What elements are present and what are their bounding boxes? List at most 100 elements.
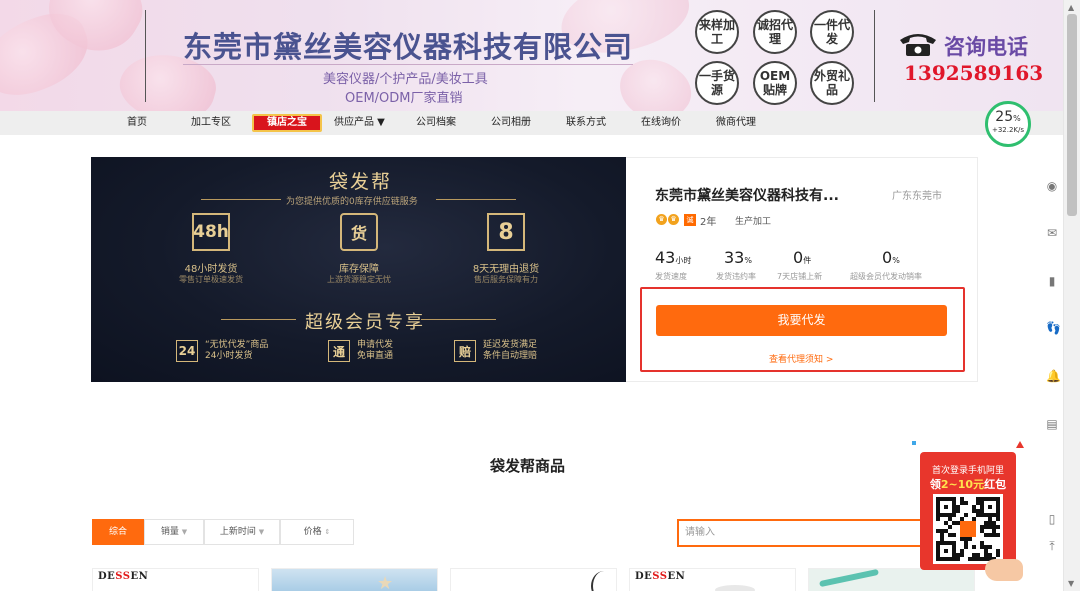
service-badge: 诚招代理 [753, 10, 797, 54]
banner-divider [145, 10, 146, 102]
gold-divider [436, 199, 516, 200]
mobile-icon[interactable]: ▯ [1046, 513, 1058, 525]
scroll-down-icon[interactable]: ▼ [1068, 579, 1074, 588]
phone-number[interactable]: 1392589163 [904, 61, 1043, 85]
service-badge: 一件代发 [810, 10, 854, 54]
mobile-coupon-ad[interactable]: 首次登录手机阿里 领2~10元红包 [920, 452, 1016, 570]
service-badge: 外贸礼品 [810, 61, 854, 105]
direct-pass-icon: 通 [328, 340, 350, 362]
user-icon[interactable]: ◉ [1046, 180, 1058, 192]
member-item-line: 免审直通 [357, 351, 394, 361]
hours-48-icon: 48h [192, 213, 230, 251]
scroll-up-icon[interactable]: ▲ [1068, 3, 1074, 12]
hours-24-icon: 24 [176, 340, 198, 362]
stat-unit: % [892, 256, 900, 265]
nav-item-home[interactable]: 首页 [127, 111, 147, 135]
dropship-button[interactable]: 我要代发 [656, 305, 947, 336]
product-image [819, 569, 879, 588]
stat-label: 7天店铺上新 [777, 272, 823, 281]
ad-highlight: 2~10元 [940, 478, 985, 491]
ad-line: 首次登录手机阿里 [931, 466, 1004, 476]
stat-value: 0% [882, 248, 900, 267]
sort-arrows-icon: ⇕ [324, 528, 331, 536]
sort-comprehensive[interactable]: 综合 [92, 519, 144, 545]
member-item-line: 条件自动理赔 [483, 351, 538, 361]
crown-icon: ♛ [668, 214, 679, 225]
gold-divider [201, 199, 281, 200]
product-card[interactable]: DESSEN [629, 568, 796, 591]
brand-part: EN [130, 571, 149, 582]
stat-label: 发货速度 [655, 272, 687, 281]
nav-item-agent[interactable]: 微商代理 [716, 111, 756, 135]
stat-unit: % [744, 256, 752, 265]
product-card[interactable]: DESSEN [92, 568, 259, 591]
gold-divider [221, 319, 296, 320]
tenure-icon: 诚 [684, 214, 696, 226]
right-toolbar: ◉ ✉ ▮ 👣 🔔 ▤ ▯ ⤒ [1039, 0, 1063, 591]
brand-logo: DESSEN [635, 571, 685, 582]
promo-subtitle: 为您提供优质的0库存供应链服务 [286, 197, 418, 207]
member-item-text: 申请代发 免审直通 [357, 340, 393, 362]
ad-text: 红包 [984, 478, 1007, 491]
scrollbar-thumb[interactable] [1067, 14, 1077, 216]
product-image [715, 585, 755, 591]
section-title: 袋发帮商品 [490, 457, 566, 475]
product-image [591, 571, 616, 591]
shop-years: 2年 [700, 217, 717, 228]
stat-number: 43 [655, 248, 676, 267]
vertical-scrollbar[interactable]: ▲ ▼ [1063, 0, 1080, 591]
product-card[interactable] [450, 568, 617, 591]
service-badge: OEM贴牌 [753, 61, 797, 105]
nav-item-inquiry[interactable]: 在线询价 [641, 111, 681, 135]
footprint-icon[interactable]: 👣 [1046, 322, 1061, 334]
stat-value: 43小时 [655, 248, 691, 267]
caret-down-icon: ▼ [258, 528, 265, 536]
sort-label: 上新时间 [219, 527, 256, 537]
sort-newest[interactable]: 上新时间 ▼ [204, 519, 280, 545]
document-icon[interactable]: ▤ [1046, 418, 1058, 430]
feature-title: 8天无理由退货 [472, 264, 540, 275]
member-item-line: 24小时发货 [205, 351, 253, 361]
gold-divider [421, 319, 496, 320]
stock-shield-icon: 货 [340, 213, 378, 251]
member-item-line: 延迟发货满足 [483, 340, 538, 350]
nav-item-contact[interactable]: 联系方式 [566, 111, 606, 135]
stat-number: 0 [793, 248, 804, 267]
stat-label: 发货违约率 [716, 272, 756, 281]
brand-part: SS [652, 571, 668, 582]
back-to-top-icon[interactable]: ⤒ [1046, 540, 1058, 552]
promo-banner[interactable]: 袋发帮 为您提供优质的0库存供应链服务 48h 48小时发货 零售订单极速发货 … [91, 157, 626, 382]
product-card[interactable] [808, 568, 975, 591]
brand-part: SS [115, 571, 131, 582]
member-title: 超级会员专享 [305, 312, 425, 333]
network-speed-widget[interactable]: 25% +32.2K/s [985, 101, 1031, 147]
nav-item-album[interactable]: 公司相册 [491, 111, 531, 135]
nav-item-profile[interactable]: 公司档案 [416, 111, 456, 135]
stat-value: 33% [724, 248, 752, 267]
promo-title: 袋发帮 [329, 171, 393, 193]
feature-desc: 零售订单极速发货 [179, 275, 243, 284]
nav-item-processing[interactable]: 加工专区 [191, 111, 231, 135]
banner-divider [874, 10, 875, 102]
product-search-input[interactable]: 请输入 [677, 519, 927, 547]
stat-value: 0件 [793, 248, 811, 267]
sort-sales[interactable]: 销量 ▼ [144, 519, 204, 545]
shop-name-link[interactable]: 东莞市黛丝美容仪器科技有... [655, 185, 839, 205]
agent-notice-link[interactable]: 查看代理须知 > [769, 352, 833, 365]
product-card[interactable]: ★ [271, 568, 438, 591]
bookmark-icon[interactable]: ▮ [1046, 275, 1058, 287]
nav-item-products[interactable]: 供应产品 ▼ [334, 111, 385, 135]
shop-banner: 东莞市黛丝美容仪器科技有限公司 美容仪器/个护产品/美妆工具 OEM/ODM厂家… [0, 0, 1063, 111]
shop-location: 广东东莞市 [892, 191, 942, 202]
speed-percent: 25% [988, 110, 1028, 126]
speed-percent-value: 25 [995, 109, 1014, 125]
service-badge: 一手货源 [695, 61, 739, 105]
bell-icon[interactable]: 🔔 [1046, 370, 1061, 382]
stat-number: 33 [724, 248, 745, 267]
sort-price[interactable]: 价格 ⇕ [280, 519, 354, 545]
stat-label: 超级会员代发动销率 [850, 272, 922, 281]
nav-item-hot-products[interactable]: 镇店之宝 [252, 114, 322, 132]
qr-grid [936, 497, 1000, 561]
mail-icon[interactable]: ✉ [1046, 227, 1058, 239]
brand-logo: DESSEN [98, 571, 148, 582]
